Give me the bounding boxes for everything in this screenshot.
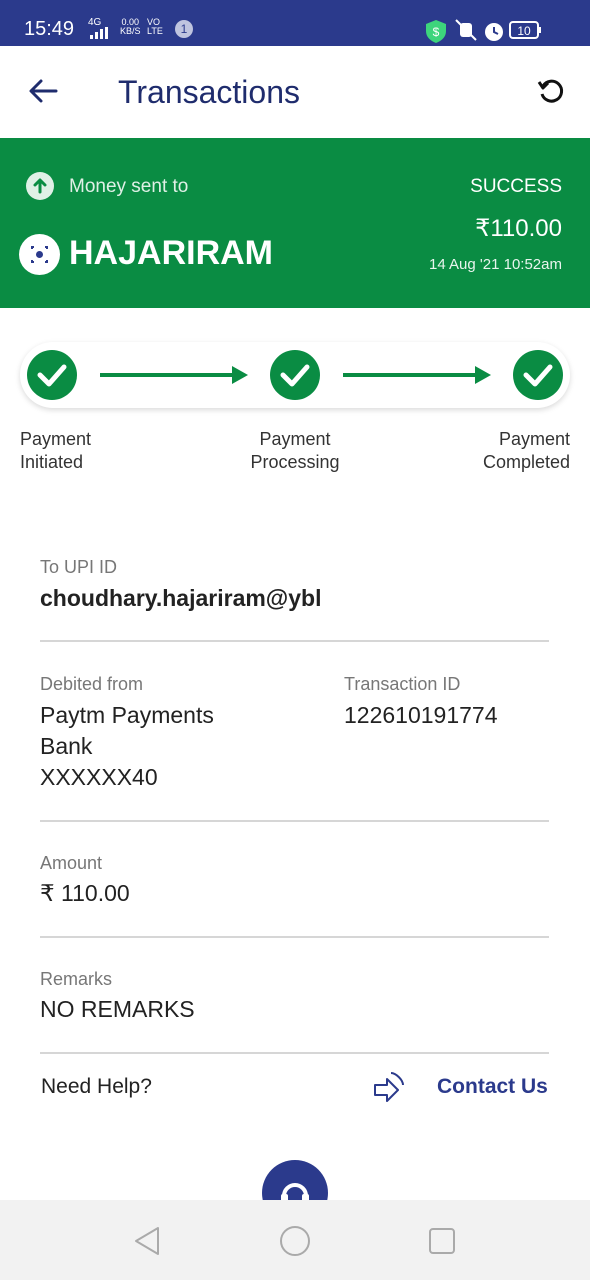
- need-help-label: Need Help?: [41, 1075, 152, 1098]
- system-nav-bar: [0, 1200, 590, 1280]
- shield-icon: $: [426, 20, 446, 43]
- to-upi-value: choudhary.hajariram@ybl: [40, 585, 322, 611]
- qr-scan-icon: [31, 246, 48, 263]
- recipient-name: HAJARIRAM: [69, 234, 273, 272]
- transaction-id-value: 122610191774: [344, 702, 498, 728]
- remarks-label: Remarks: [40, 969, 113, 989]
- debited-from-label: Debited from: [40, 674, 144, 694]
- progress-arrow-icon: [343, 366, 491, 384]
- notification-badge: 1: [175, 20, 193, 38]
- network-speed: 0.00 KB/S: [120, 17, 141, 36]
- amount-label: Amount: [40, 853, 103, 873]
- to-upi-label: To UPI ID: [40, 557, 118, 577]
- status-icons: $ 10: [426, 18, 566, 49]
- mute-icon: [455, 19, 477, 41]
- debited-from-value: Paytm Payments Bank XXXXXX40: [40, 702, 214, 790]
- step-label-completed: Payment Completed: [482, 429, 570, 472]
- refresh-icon: [537, 79, 564, 103]
- refresh-button[interactable]: [536, 76, 566, 111]
- step-label-initiated: Payment Initiated: [20, 429, 92, 472]
- alarm-icon: [485, 23, 503, 41]
- svg-text:$: $: [433, 25, 440, 39]
- step-completed-check-icon: [513, 350, 563, 400]
- transaction-amount: ₹110.00: [475, 215, 562, 242]
- volte-indicator: VO LTE: [147, 17, 163, 36]
- page-title: Transactions: [118, 74, 300, 110]
- status-time: 15:49: [24, 18, 75, 40]
- divider: [40, 640, 549, 642]
- payment-progress: [20, 342, 570, 408]
- remarks-value: NO REMARKS: [40, 996, 195, 1022]
- status-bar: 15:49 4G 0.00 KB/S VO LTE 1 $ 10: [0, 0, 590, 46]
- amount-value: ₹ 110.00: [40, 880, 130, 906]
- step-labels: Payment Initiated Payment Processing Pay…: [20, 428, 570, 478]
- transaction-datetime: 14 Aug '21 10:52am: [429, 256, 562, 273]
- app-header: Transactions: [0, 46, 590, 138]
- sent-arrow-icon: [26, 172, 54, 200]
- progress-arrow-icon: [100, 366, 248, 384]
- status-badge: SUCCESS: [470, 176, 562, 197]
- nav-home-icon[interactable]: [279, 1225, 311, 1257]
- step-initiated-check-icon: [27, 350, 77, 400]
- transaction-id-label: Transaction ID: [344, 674, 461, 694]
- step-processing-check-icon: [270, 350, 320, 400]
- divider: [40, 1052, 549, 1054]
- signal-icon: [90, 27, 108, 39]
- transaction-summary: Money sent to HAJARIRAM SUCCESS ₹110.00 …: [0, 138, 590, 308]
- battery-icon: 10: [509, 21, 541, 39]
- step-label-processing: Payment Processing: [250, 429, 340, 472]
- back-arrow-icon: [29, 79, 58, 103]
- divider: [40, 936, 549, 938]
- divider: [40, 820, 549, 822]
- money-sent-label: Money sent to: [69, 176, 189, 197]
- nav-back-icon[interactable]: [132, 1225, 162, 1257]
- contact-us-link[interactable]: Contact Us: [437, 1075, 548, 1099]
- recipient-avatar: [19, 234, 60, 275]
- nav-recents-icon[interactable]: [428, 1227, 456, 1255]
- back-button[interactable]: [28, 76, 58, 111]
- svg-text:10: 10: [517, 24, 531, 38]
- contact-phone-icon[interactable]: [372, 1071, 406, 1103]
